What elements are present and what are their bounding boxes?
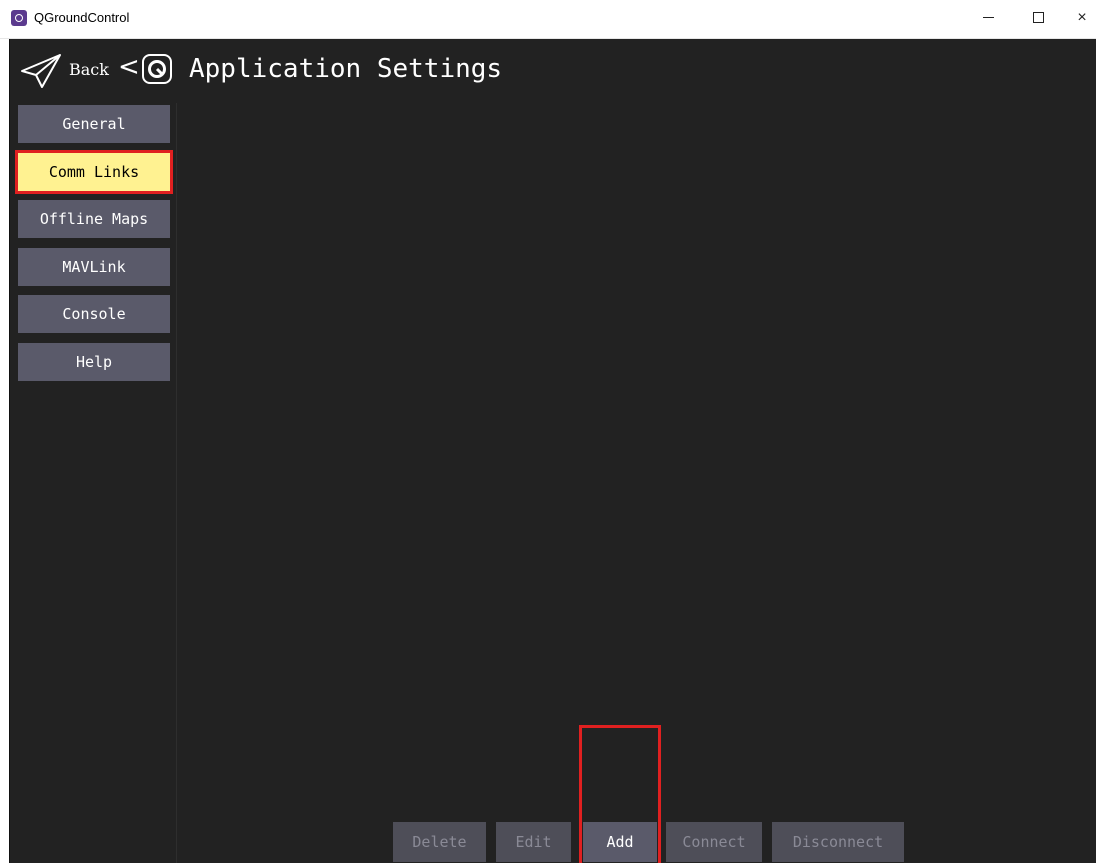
minimize-button[interactable]	[968, 0, 1008, 38]
add-button[interactable]: Add	[583, 822, 657, 862]
sidebar-item-offline-maps[interactable]: Offline Maps	[18, 200, 170, 238]
qgc-logo-icon	[142, 54, 172, 84]
window-title: QGroundControl	[34, 10, 130, 25]
page-title: Application Settings	[189, 54, 503, 84]
window-title-bar: QGroundControl ×	[0, 0, 1096, 39]
sidebar-item-help[interactable]: Help	[18, 343, 170, 381]
minimize-icon	[982, 17, 994, 19]
qgroundcontrol-app-icon	[11, 10, 27, 26]
disconnect-button[interactable]: Disconnect	[772, 822, 904, 862]
sidebar-item-console[interactable]: Console	[18, 295, 170, 333]
application-window: Back < Application Settings General Comm…	[9, 39, 1096, 863]
back-label: Back	[69, 60, 109, 79]
delete-button[interactable]: Delete	[393, 822, 486, 862]
paper-plane-icon	[21, 54, 61, 88]
chevron-left-icon: <	[118, 52, 140, 82]
settings-header: Back < Application Settings	[10, 39, 1096, 103]
sidebar-item-mavlink[interactable]: MAVLink	[18, 248, 170, 286]
maximize-button[interactable]	[1018, 0, 1058, 38]
close-icon: ×	[1077, 9, 1087, 26]
maximize-icon	[1032, 12, 1044, 24]
close-button[interactable]: ×	[1068, 0, 1096, 38]
sidebar-item-comm-links[interactable]: Comm Links	[15, 150, 173, 194]
settings-sidebar: General Comm Links Offline Maps MAVLink …	[10, 103, 177, 863]
connect-button[interactable]: Connect	[666, 822, 762, 862]
edit-button[interactable]: Edit	[496, 822, 571, 862]
sidebar-item-general[interactable]: General	[18, 105, 170, 143]
